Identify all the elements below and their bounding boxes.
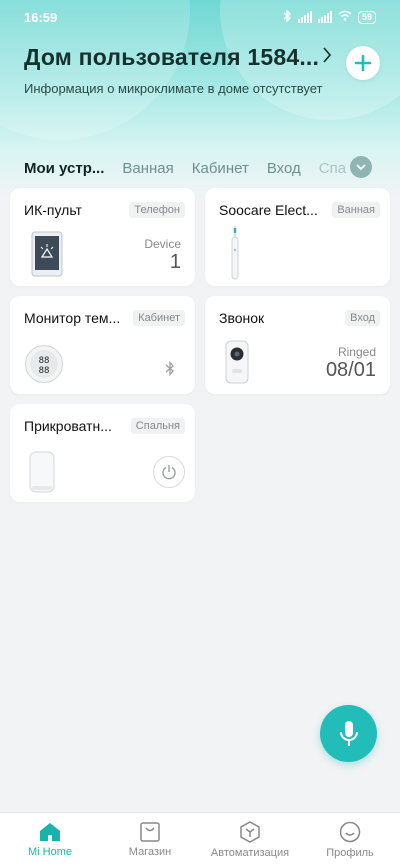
store-icon bbox=[140, 822, 160, 842]
add-device-button[interactable] bbox=[346, 46, 380, 80]
bluetooth-icon bbox=[165, 360, 175, 381]
microphone-icon bbox=[339, 720, 358, 746]
chevron-right-icon bbox=[323, 47, 332, 68]
device-card-bedside-lamp[interactable]: Прикроватн... Спальня bbox=[10, 404, 195, 502]
room-tag: Телефон bbox=[129, 202, 185, 218]
device-status-value: 1 bbox=[169, 251, 181, 273]
home-subtitle: Информация о микроклимате в доме отсутст… bbox=[24, 81, 323, 96]
device-status-label: Device bbox=[144, 237, 181, 251]
room-tag: Спальня bbox=[130, 418, 185, 434]
home-icon bbox=[40, 823, 60, 841]
tab-study[interactable]: Кабинет bbox=[192, 160, 249, 177]
device-status-label: Ringed bbox=[337, 345, 376, 359]
nav-store[interactable]: Магазин bbox=[100, 813, 200, 867]
home-selector[interactable]: Дом пользователя 1584... bbox=[24, 44, 384, 71]
chevron-down-icon bbox=[356, 163, 366, 170]
device-title: Монитор тем... bbox=[24, 310, 121, 326]
bottom-navigation: Mi Home Магазин Автоматизация Профиль bbox=[0, 812, 400, 867]
power-icon bbox=[162, 465, 176, 480]
svg-text:88: 88 bbox=[39, 356, 50, 366]
status-bar: 16:59 59 bbox=[0, 0, 400, 34]
room-tag: Кабинет bbox=[133, 310, 185, 326]
device-title: Soocare Elect... bbox=[219, 202, 318, 218]
nav-label: Магазин bbox=[128, 846, 172, 858]
room-tag: Вход bbox=[345, 310, 380, 326]
nav-automation[interactable]: Автоматизация bbox=[200, 813, 300, 867]
svg-text:88: 88 bbox=[39, 366, 50, 376]
nav-label: Mi Home bbox=[27, 846, 72, 858]
device-card-doorbell[interactable]: Звонок Вход Ringed 08/01 bbox=[205, 296, 390, 394]
device-card-toothbrush[interactable]: Soocare Elect... Ванная bbox=[205, 188, 390, 286]
power-button[interactable] bbox=[153, 456, 185, 488]
bedside-lamp-icon bbox=[28, 450, 56, 499]
tab-bathroom[interactable]: Ванная bbox=[122, 160, 173, 177]
nav-mi-home[interactable]: Mi Home bbox=[0, 813, 100, 867]
profile-icon bbox=[339, 821, 361, 843]
tab-bedroom[interactable]: Спа bbox=[319, 160, 346, 177]
thermometer-monitor-icon: 88 88 bbox=[24, 344, 64, 389]
device-card-temp-monitor[interactable]: Монитор тем... Кабинет 88 88 bbox=[10, 296, 195, 394]
nav-profile[interactable]: Профиль bbox=[300, 813, 400, 867]
bluetooth-status-icon bbox=[283, 8, 292, 25]
nav-label: Профиль bbox=[326, 847, 374, 859]
phone-remote-icon bbox=[28, 231, 66, 282]
doorbell-icon bbox=[225, 340, 249, 389]
tab-my-devices[interactable]: Мои устр... bbox=[24, 160, 104, 177]
automation-icon bbox=[240, 821, 260, 843]
tab-entrance[interactable]: Вход bbox=[267, 160, 301, 177]
nav-label: Автоматизация bbox=[210, 847, 290, 859]
voice-assistant-button[interactable] bbox=[320, 705, 377, 762]
device-status-value: 08/01 bbox=[325, 359, 376, 381]
room-tag: Ванная bbox=[332, 202, 380, 218]
home-title: Дом пользователя 1584... bbox=[24, 44, 320, 70]
status-time: 16:59 bbox=[24, 9, 58, 25]
device-title: Звонок bbox=[219, 310, 265, 326]
signal-icon bbox=[297, 11, 312, 23]
plus-icon bbox=[354, 54, 372, 72]
tabs-expand-button[interactable] bbox=[350, 156, 372, 178]
device-title: ИК-пульт bbox=[24, 202, 82, 218]
toothbrush-icon bbox=[227, 226, 243, 285]
wifi-icon bbox=[338, 10, 352, 24]
device-card-ir-remote[interactable]: ИК-пульт Телефон Device 1 bbox=[10, 188, 195, 286]
room-tabs: Мои устр... Ванная Кабинет Вход Спа bbox=[24, 156, 376, 180]
signal-2-icon bbox=[317, 11, 332, 23]
device-title: Прикроватн... bbox=[24, 418, 112, 434]
battery-indicator: 59 bbox=[357, 10, 376, 24]
